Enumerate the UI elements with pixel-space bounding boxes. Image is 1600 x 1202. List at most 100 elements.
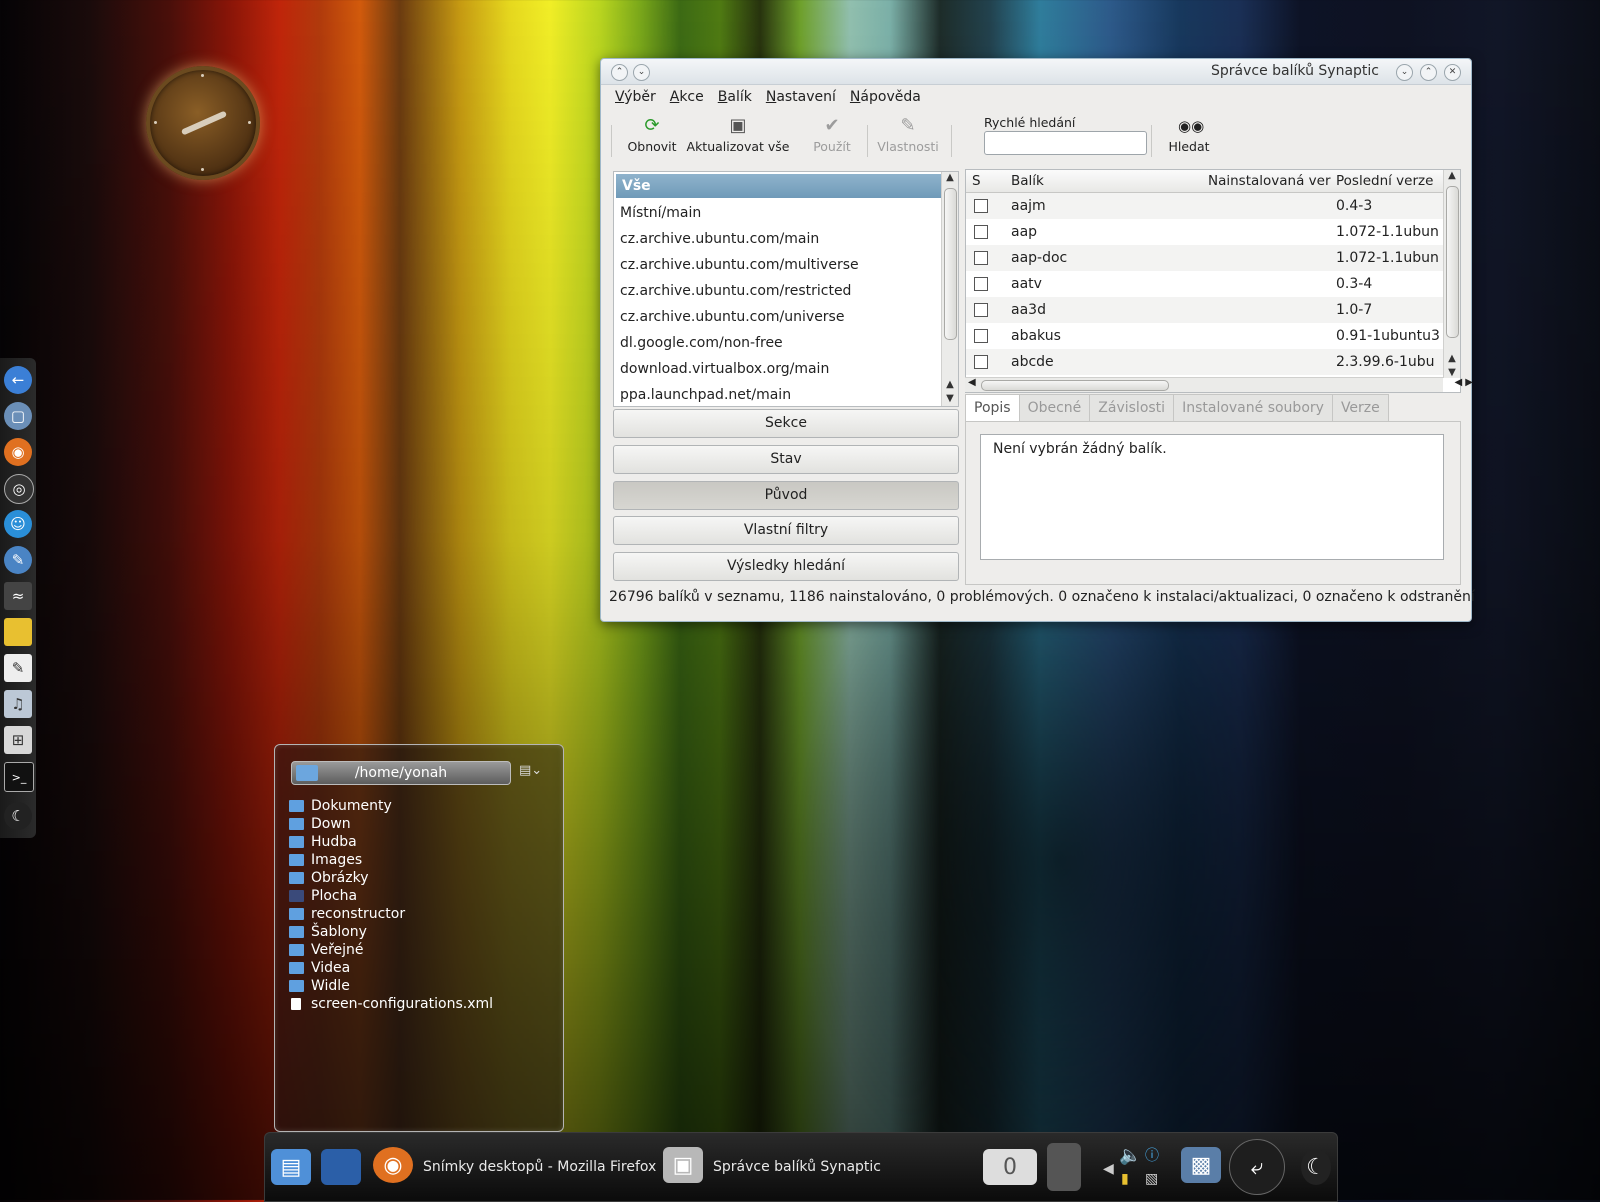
keep-below-icon[interactable]: ⌄ (633, 64, 650, 81)
origin-item[interactable]: download.virtualbox.org/main (614, 356, 958, 382)
system-monitor-icon[interactable]: ≈ (4, 582, 32, 610)
package-checkbox[interactable] (974, 303, 988, 317)
firefox-icon[interactable]: ◉ (4, 438, 32, 466)
clock-icon[interactable]: ⤶ (1229, 1139, 1285, 1195)
folder-icon[interactable] (4, 618, 32, 646)
search-button[interactable]: ◉◉ Hledat (1159, 115, 1219, 154)
tab-general[interactable]: Obecné (1018, 394, 1091, 421)
origin-item[interactable]: Místní/main (614, 200, 958, 226)
text-editor-icon[interactable]: ✎ (4, 654, 32, 682)
search-results-button[interactable]: Výsledky hledání (613, 552, 959, 581)
minimize-icon[interactable]: ⌄ (1396, 64, 1413, 81)
window-titlebar[interactable]: ⌃ ⌄ Správce balíků Synaptic ⌄ ⌃ ✕ (601, 59, 1471, 85)
list-item[interactable]: screen-configurations.xml (289, 995, 493, 1013)
list-item[interactable]: Videa (289, 959, 493, 977)
list-item[interactable]: reconstructor (289, 905, 493, 923)
menu-selection[interactable]: Výběr (615, 89, 656, 105)
package-checkbox[interactable] (974, 329, 988, 343)
scroll-left-right-icon[interactable]: ◀ ▶ (1454, 377, 1473, 388)
list-item[interactable]: Widle (289, 977, 493, 995)
music-icon[interactable]: ♫ (4, 690, 32, 718)
notes-icon[interactable]: ▮ (1121, 1171, 1129, 1187)
origin-item[interactable]: Vše (616, 174, 956, 198)
column-latest-version[interactable]: Poslední verze (1336, 173, 1433, 189)
list-item[interactable]: Hudba (289, 833, 493, 851)
list-item[interactable]: Šablony (289, 923, 493, 941)
table-row[interactable]: abcde 2.3.99.6-1ubu (966, 349, 1460, 375)
table-row[interactable]: aa3d 1.0-7 (966, 297, 1460, 323)
list-item[interactable]: Down (289, 815, 493, 833)
table-row[interactable]: aap-doc 1.072-1.1ubun (966, 245, 1460, 271)
clipboard-icon[interactable]: ▧ (1145, 1171, 1158, 1187)
menu-help[interactable]: Nápověda (850, 89, 921, 105)
origin-item[interactable]: cz.archive.ubuntu.com/multiverse (614, 252, 958, 278)
volume-icon[interactable]: 🔈 (1119, 1145, 1141, 1166)
menu-settings[interactable]: Nastavení (766, 89, 836, 105)
back-arrow-icon[interactable]: ← (4, 366, 32, 394)
moon-icon[interactable]: ☾ (1301, 1149, 1331, 1185)
tab-description[interactable]: Popis (965, 394, 1020, 423)
package-scrollbar[interactable]: ▲ ▲ ▼ (1443, 170, 1460, 378)
scrollbar-thumb[interactable] (981, 380, 1169, 391)
scroll-up-icon[interactable]: ▲ (1444, 170, 1460, 181)
list-item[interactable]: Dokumenty (289, 797, 493, 815)
terminal-icon[interactable]: >_ (4, 762, 34, 792)
chat-icon[interactable]: ☺ (4, 510, 32, 538)
origin-scrollbar[interactable]: ▲ ▲ ▼ (941, 172, 958, 406)
scroll-up-icon[interactable]: ▲ (1444, 353, 1460, 364)
package-checkbox[interactable] (974, 277, 988, 291)
column-package[interactable]: Balík (1011, 173, 1044, 189)
close-icon[interactable]: ✕ (1444, 64, 1461, 81)
task-synaptic[interactable]: Správce balíků Synaptic (713, 1159, 881, 1175)
column-status[interactable]: S (972, 173, 981, 189)
tab-versions[interactable]: Verze (1331, 394, 1389, 421)
list-item[interactable]: Images (289, 851, 493, 869)
scroll-left-icon[interactable]: ◀ (968, 377, 976, 388)
keep-above-icon[interactable]: ⌃ (611, 64, 628, 81)
origin-item[interactable]: cz.archive.ubuntu.com/main (614, 226, 958, 252)
table-row[interactable]: aap 1.072-1.1ubun (966, 219, 1460, 245)
folder-path-bar[interactable]: /home/yonah (291, 761, 511, 785)
tab-dependencies[interactable]: Závislosti (1089, 394, 1175, 421)
package-hscrollbar[interactable]: ◀ ◀ ▶ (965, 377, 1473, 392)
pen-icon[interactable]: ✎ (4, 546, 32, 574)
package-checkbox[interactable] (974, 355, 988, 369)
custom-filters-button[interactable]: Vlastní filtry (613, 516, 959, 545)
origin-item[interactable]: cz.archive.ubuntu.com/universe (614, 304, 958, 330)
floppy-icon[interactable]: ▢ (4, 402, 32, 430)
broadcast-icon[interactable]: ◎ (4, 474, 34, 504)
quick-search-input[interactable] (984, 131, 1147, 155)
sections-button[interactable]: Sekce (613, 409, 959, 438)
origin-item[interactable]: dl.google.com/non-free (614, 330, 958, 356)
scroll-down-icon[interactable]: ▼ (942, 393, 958, 404)
menu-actions[interactable]: Akce (670, 89, 704, 105)
firefox-icon[interactable]: ◉ (373, 1147, 413, 1183)
upgrade-all-button[interactable]: ▣ Aktualizovat vše (685, 115, 791, 154)
menu-package[interactable]: Balík (718, 89, 752, 105)
properties-button[interactable]: ✎ Vlastnosti (875, 115, 941, 154)
view-menu-icon[interactable]: ▤⌄ (519, 763, 542, 778)
list-item[interactable]: Veřejné (289, 941, 493, 959)
package-checkbox[interactable] (974, 225, 988, 239)
task-firefox[interactable]: Snímky desktopů - Mozilla Firefox (423, 1159, 656, 1175)
scroll-up-icon[interactable]: ▲ (942, 172, 958, 183)
table-row[interactable]: aajm 0.4-3 (966, 193, 1460, 219)
apply-button[interactable]: ✔ Použít (807, 115, 857, 154)
synaptic-icon[interactable]: ▣ (663, 1147, 703, 1183)
package-checkbox[interactable] (974, 199, 988, 213)
maximize-icon[interactable]: ⌃ (1420, 64, 1437, 81)
origin-item[interactable]: ppa.launchpad.net/main (614, 382, 958, 408)
file-manager-icon[interactable]: ▤ (271, 1149, 311, 1185)
table-row[interactable]: abakus 0.91-1ubuntu3 (966, 323, 1460, 349)
desktop-icon[interactable] (321, 1149, 361, 1185)
help-icon[interactable]: ⓘ (1145, 1145, 1159, 1165)
show-desktop-icon[interactable] (1047, 1143, 1081, 1191)
tray-expand-icon[interactable]: ◀ (1103, 1161, 1114, 1177)
status-button[interactable]: Stav (613, 445, 959, 474)
tab-installed-files[interactable]: Instalované soubory (1173, 394, 1333, 421)
origin-item[interactable]: cz.archive.ubuntu.com/restricted (614, 278, 958, 304)
moon-icon[interactable]: ☾ (4, 802, 32, 830)
scroll-up-icon[interactable]: ▲ (942, 379, 958, 390)
list-item[interactable]: Plocha (289, 887, 493, 905)
network-monitor-icon[interactable]: ▩ (1181, 1147, 1221, 1183)
